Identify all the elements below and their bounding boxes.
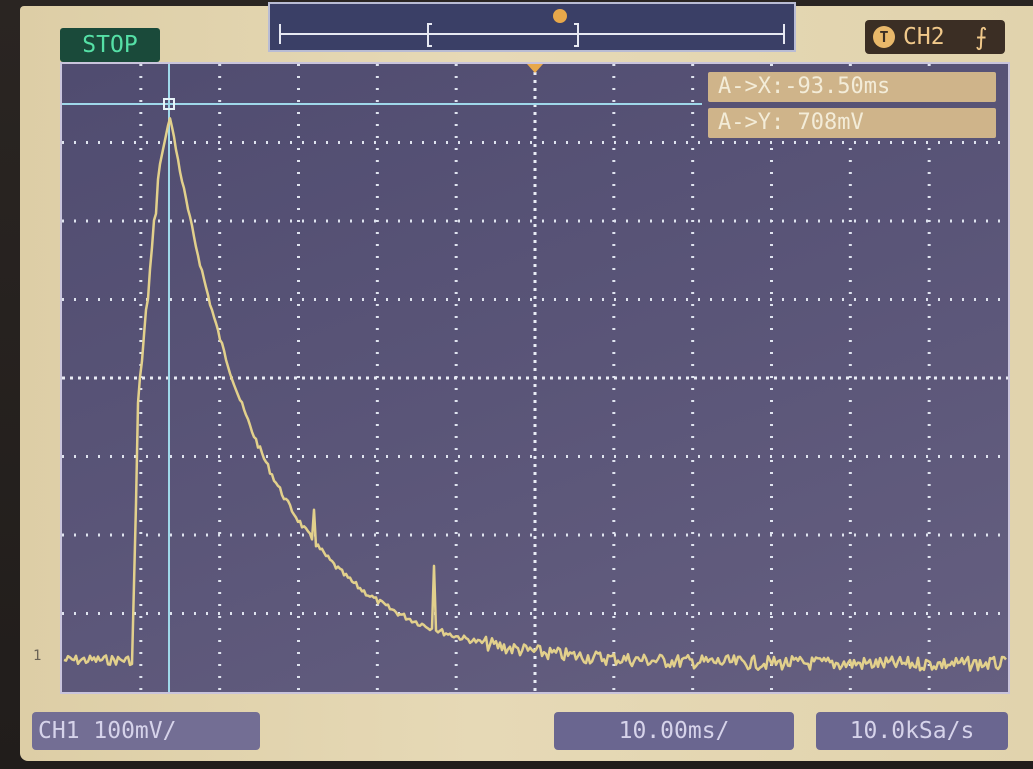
channel-1-ground-marker: 1 [33, 648, 42, 664]
memory-position-bar[interactable] [268, 2, 796, 52]
sample-rate-label: 10.0kSa/s [816, 712, 1008, 750]
timebase-label[interactable]: 10.00ms/ [554, 712, 794, 750]
run-state-badge[interactable]: STOP [60, 28, 160, 62]
trigger-icon: T [873, 26, 895, 48]
memory-window-indicator [279, 9, 785, 47]
channel-scale-label[interactable]: CH1 100mV/ [32, 712, 260, 750]
trigger-source-label: CH2 [903, 24, 945, 50]
rising-edge-icon: ⨍ [975, 23, 988, 51]
waveform-svg [62, 64, 1008, 692]
cursor-y-readout: A->Y: 708mV [708, 108, 996, 138]
cursor-x-readout: A->X:-93.50ms [708, 72, 996, 102]
trigger-position-icon [553, 9, 567, 23]
trigger-time-marker [527, 64, 543, 73]
trigger-source-badge[interactable]: T CH2 ⨍ [865, 20, 1005, 54]
trigger-time-marker-icon [527, 64, 543, 73]
waveform-display[interactable] [60, 62, 1010, 694]
graticule-center-axes [62, 64, 1008, 692]
